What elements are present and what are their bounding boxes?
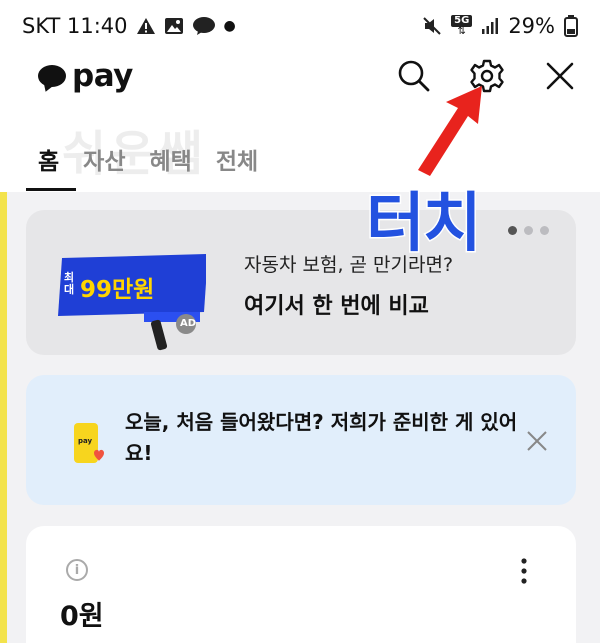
more-vertical-icon[interactable] <box>520 558 528 584</box>
banner-prefix: 최대 <box>64 271 75 296</box>
notice-text: 오늘, 처음 들어왔다면? 저희가 준비한 게 있어요! <box>125 410 518 465</box>
pay-phone-icon: pay <box>72 421 106 469</box>
kakao-bubble-icon <box>38 65 66 87</box>
close-icon[interactable] <box>542 58 578 94</box>
ad-banner-card[interactable]: 최대 99만원 AD 자동차 보험, 곧 만기라면? 여기서 한 번에 비교 <box>26 210 576 355</box>
red-arrow-annotation <box>418 86 482 176</box>
close-icon[interactable] <box>526 430 548 452</box>
banner-amount: 99만원 <box>80 277 155 303</box>
active-tab-indicator <box>26 188 76 191</box>
balance-amount: 0원 <box>60 601 104 632</box>
carousel-dot <box>524 226 533 235</box>
talk-icon <box>192 16 216 36</box>
insurance-banner-image: 최대 99만원 AD <box>58 254 208 358</box>
ad-line-2: 여기서 한 번에 비교 <box>244 294 429 319</box>
info-icon[interactable]: i <box>66 559 88 581</box>
logo-text: pay <box>72 58 133 94</box>
tab-all[interactable]: 전체 <box>216 142 258 176</box>
touch-annotation-label: 터치 <box>365 186 484 263</box>
mute-icon <box>422 16 442 36</box>
tab-bar: 쉬운쌤 홈 자산 혜택 전체 <box>0 110 600 192</box>
kakaopay-logo: pay <box>38 58 133 94</box>
carousel-dot <box>540 226 549 235</box>
side-accent <box>0 192 7 643</box>
welcome-notice-card[interactable]: pay 오늘, 처음 들어왔다면? 저희가 준비한 게 있어요! <box>26 375 576 505</box>
dot-icon: ● <box>223 18 236 34</box>
image-icon <box>164 17 184 35</box>
carousel-dots <box>508 226 549 235</box>
signal-icon <box>481 17 499 35</box>
battery-icon <box>564 15 578 37</box>
svg-text:pay: pay <box>78 437 93 445</box>
tab-benefits[interactable]: 혜택 <box>150 142 192 176</box>
status-bar: SKT 11:40 ● 5G ⇅ 29% <box>0 0 600 52</box>
app-bar: pay <box>0 52 600 110</box>
carrier-time: SKT 11:40 <box>22 14 128 38</box>
network-5g-icon: 5G ⇅ <box>451 15 473 37</box>
ad-tag: AD <box>180 318 197 329</box>
carousel-dot <box>508 226 517 235</box>
battery-percent: 29% <box>508 14 555 38</box>
tab-assets[interactable]: 자산 <box>83 142 125 176</box>
warning-icon <box>136 17 156 35</box>
tab-home[interactable]: 홈 <box>38 142 59 176</box>
balance-card[interactable]: i 0원 <box>26 526 576 643</box>
